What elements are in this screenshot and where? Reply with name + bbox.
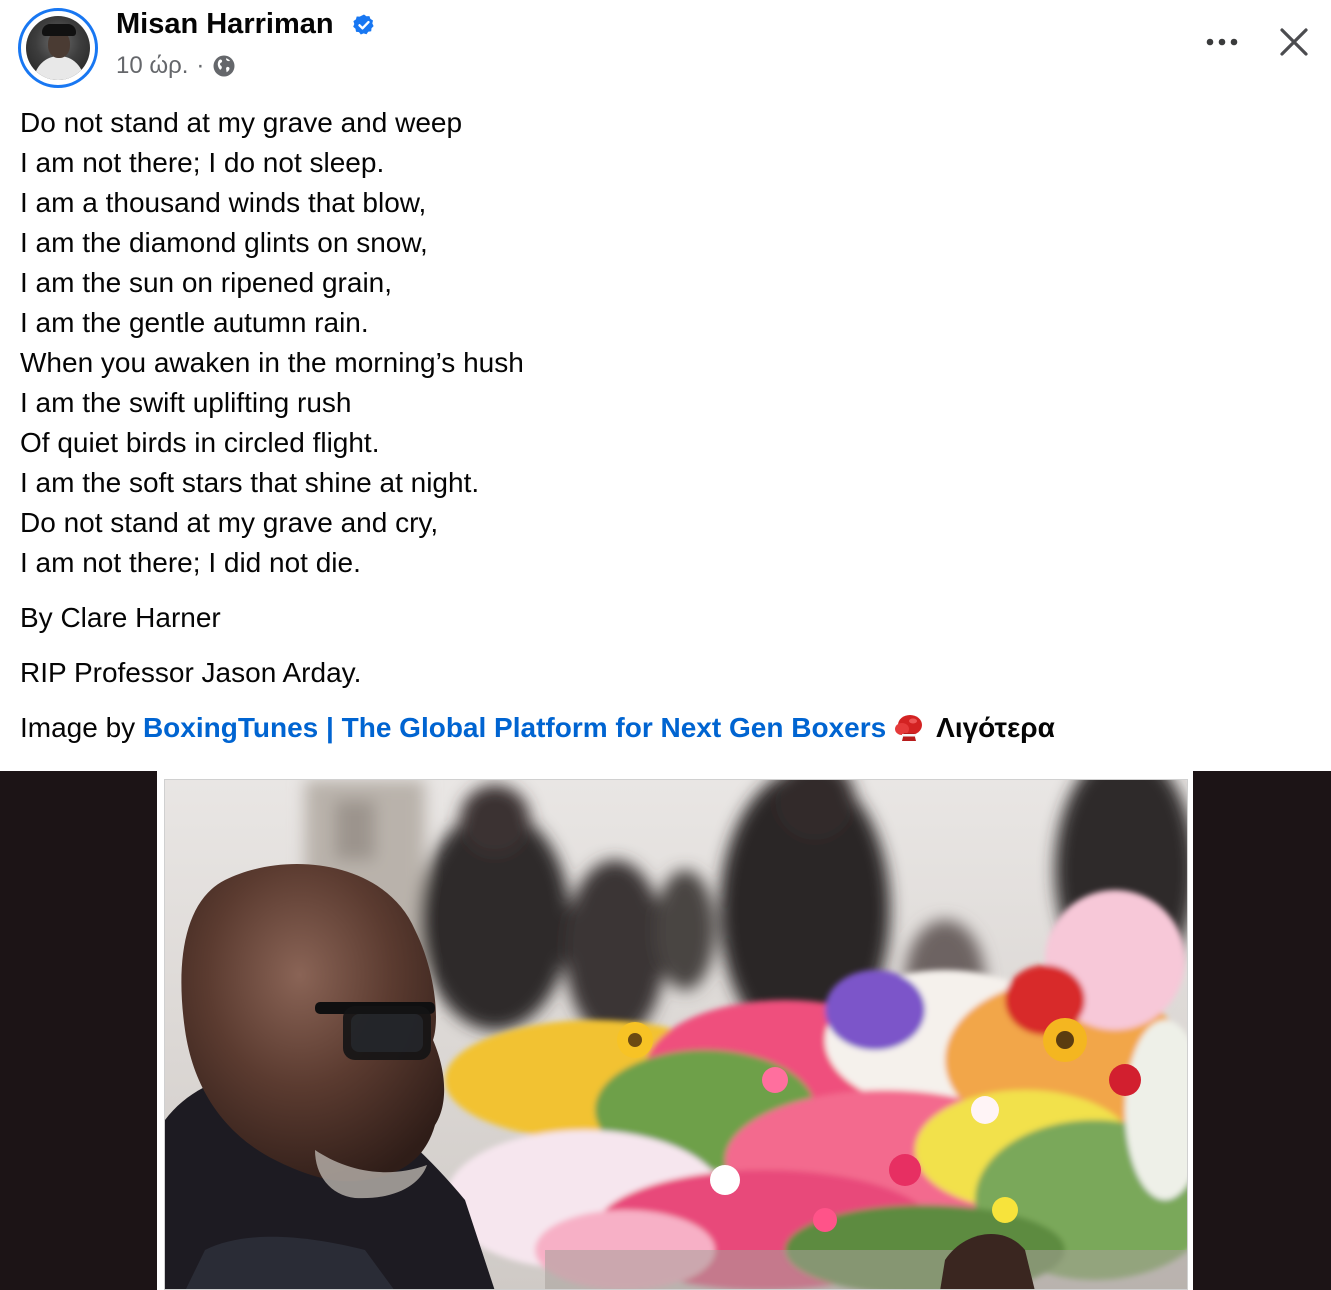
poem-line: Do not stand at my grave and weep xyxy=(20,107,463,138)
see-less-link[interactable]: Λιγότερα xyxy=(936,712,1055,743)
post-photo[interactable] xyxy=(164,779,1188,1290)
author-name[interactable]: Misan Harriman xyxy=(116,8,334,41)
rip-text: RIP Professor Jason Arday. xyxy=(20,657,362,688)
author-avatar[interactable] xyxy=(18,8,98,88)
close-icon[interactable] xyxy=(1276,24,1312,60)
meta-separator: · xyxy=(196,52,205,79)
post-header: Misan Harriman 10 ώρ. · xyxy=(0,0,1331,100)
more-horizontal-icon[interactable] xyxy=(1200,28,1244,56)
post-media xyxy=(0,771,1331,1290)
poem-line: I am the swift uplifting rush xyxy=(20,387,352,418)
poem-line: I am the gentle autumn rain. xyxy=(20,307,369,338)
avatar-photo xyxy=(26,16,90,80)
poem-line: I am the diamond glints on snow, xyxy=(20,227,428,258)
poem-line: Of quiet birds in circled flight. xyxy=(20,427,380,458)
verified-badge-icon xyxy=(353,14,374,35)
poem-line: When you awaken in the morning’s hush xyxy=(20,347,524,378)
post: Misan Harriman 10 ώρ. · Do not stand at … xyxy=(0,0,1331,1290)
memorial-photo xyxy=(165,780,1187,1289)
post-text: Do not stand at my grave and weep I am n… xyxy=(20,103,1310,583)
post-meta: 10 ώρ. · xyxy=(116,52,236,80)
poem-line: I am the sun on ripened grain, xyxy=(20,267,393,298)
poem-line: Do not stand at my grave and cry, xyxy=(20,507,439,538)
poem-line: I am the soft stars that shine at night. xyxy=(20,467,480,498)
image-credit: Image by BoxingTunes | The Global Platfo… xyxy=(20,708,1055,748)
poem-line: I am not there; I did not die. xyxy=(20,547,361,578)
byline: By Clare Harner xyxy=(20,602,221,633)
credit-prefix: Image by xyxy=(20,712,136,743)
globe-icon[interactable] xyxy=(212,54,236,78)
poem-line: I am not there; I do not sleep. xyxy=(20,147,385,178)
boxing-glove-icon xyxy=(895,715,923,741)
poem-line: I am a thousand winds that blow, xyxy=(20,187,427,218)
post-time[interactable]: 10 ώρ. xyxy=(116,52,188,80)
credit-page-link[interactable]: BoxingTunes | The Global Platform for Ne… xyxy=(143,712,886,743)
